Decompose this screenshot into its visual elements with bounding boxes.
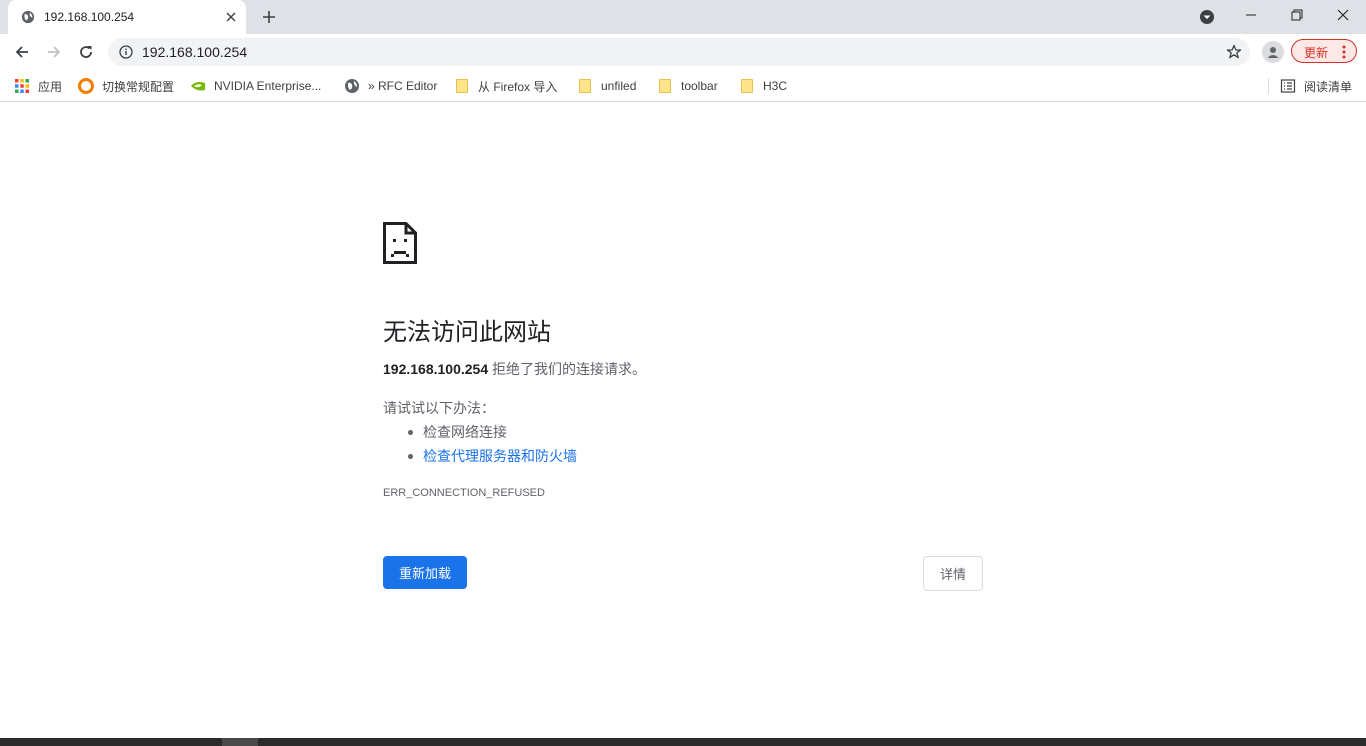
- reading-list-icon: [1280, 79, 1296, 93]
- update-label: 更新: [1304, 46, 1329, 60]
- bookmark-folder[interactable]: toolbar: [657, 76, 718, 96]
- suggestion-item: 检查网络连接: [383, 420, 577, 444]
- url-text[interactable]: 192.168.100.254: [142, 44, 247, 60]
- suggestions-list: 检查网络连接 检查代理服务器和防火墙: [383, 420, 577, 468]
- minimize-icon[interactable]: [1228, 0, 1274, 30]
- bookmark-label: 应用: [38, 79, 63, 94]
- bookmark-item[interactable]: NVIDIA Enterprise...: [190, 76, 321, 96]
- bookmark-folder[interactable]: unfiled: [577, 76, 636, 96]
- page-title: 无法访问此网站: [383, 319, 551, 346]
- suggestions-heading: 请试试以下办法：: [383, 400, 495, 416]
- back-arrow-icon[interactable]: [10, 40, 34, 64]
- tab-title: 192.168.100.254: [44, 10, 135, 24]
- details-button[interactable]: 详情: [923, 556, 983, 591]
- error-host: 192.168.100.254: [383, 361, 489, 377]
- suggestion-link[interactable]: 检查代理服务器和防火墙: [383, 444, 577, 468]
- globe-icon: [21, 10, 35, 24]
- address-bar[interactable]: 192.168.100.254: [108, 38, 1250, 66]
- bookmark-folder[interactable]: 从 Firefox 导入: [454, 76, 557, 96]
- folder-icon: [456, 79, 468, 93]
- orange-circle-icon: [78, 78, 94, 94]
- taskbar: [0, 738, 1366, 746]
- close-icon[interactable]: [1320, 0, 1366, 30]
- error-code: ERR_CONNECTION_REFUSED: [383, 487, 545, 499]
- bookmark-label: » RFC Editor: [368, 79, 438, 93]
- bookmark-label: toolbar: [681, 79, 718, 93]
- bookmark-apps[interactable]: 应用: [14, 76, 62, 96]
- bookmark-label: 从 Firefox 导入: [478, 79, 558, 94]
- nvidia-icon: [191, 82, 205, 91]
- globe-icon: [345, 79, 359, 93]
- toolbar: 192.168.100.254 更新: [0, 34, 1366, 70]
- update-button[interactable]: 更新: [1291, 39, 1357, 63]
- taskbar-item[interactable]: [222, 738, 258, 746]
- plus-icon[interactable]: [259, 7, 279, 27]
- forward-arrow-icon[interactable]: [42, 40, 66, 64]
- tab-strip: 192.168.100.254: [0, 0, 1366, 34]
- avatar[interactable]: [1262, 41, 1284, 63]
- info-icon[interactable]: [119, 45, 133, 59]
- tab-active[interactable]: 192.168.100.254: [8, 0, 246, 34]
- tab-search-icon[interactable]: [1198, 8, 1216, 26]
- bookmark-label: unfiled: [601, 79, 637, 93]
- sad-page-icon: [383, 222, 417, 264]
- bookmark-label: NVIDIA Enterprise...: [214, 79, 322, 93]
- bookmark-item[interactable]: 切换常规配置: [78, 76, 174, 96]
- apps-grid-icon: [15, 79, 29, 93]
- bookmark-folder[interactable]: H3C: [739, 76, 787, 96]
- folder-icon: [579, 79, 591, 93]
- star-icon[interactable]: [1226, 44, 1242, 60]
- close-icon[interactable]: [222, 8, 240, 26]
- restore-icon[interactable]: [1274, 0, 1320, 30]
- bookmarks-divider: [1268, 78, 1269, 94]
- reading-list-button[interactable]: 阅读清单: [1280, 76, 1352, 96]
- reading-list-label: 阅读清单: [1304, 79, 1353, 94]
- bookmarks-bar: 应用 切换常规配置 NVIDIA Enterprise... » RFC Edi…: [0, 70, 1366, 102]
- bookmark-label: 切换常规配置: [102, 79, 175, 94]
- folder-icon: [741, 79, 753, 93]
- folder-icon: [659, 79, 671, 93]
- reload-icon[interactable]: [74, 40, 98, 64]
- error-desc-text: 拒绝了我们的连接请求。: [488, 361, 646, 377]
- bookmark-label: H3C: [763, 79, 788, 93]
- reload-button[interactable]: 重新加载: [383, 556, 467, 589]
- bookmark-item[interactable]: » RFC Editor: [344, 76, 437, 96]
- error-description: 192.168.100.254 拒绝了我们的连接请求。: [383, 359, 646, 379]
- more-menu-icon: [1342, 45, 1346, 59]
